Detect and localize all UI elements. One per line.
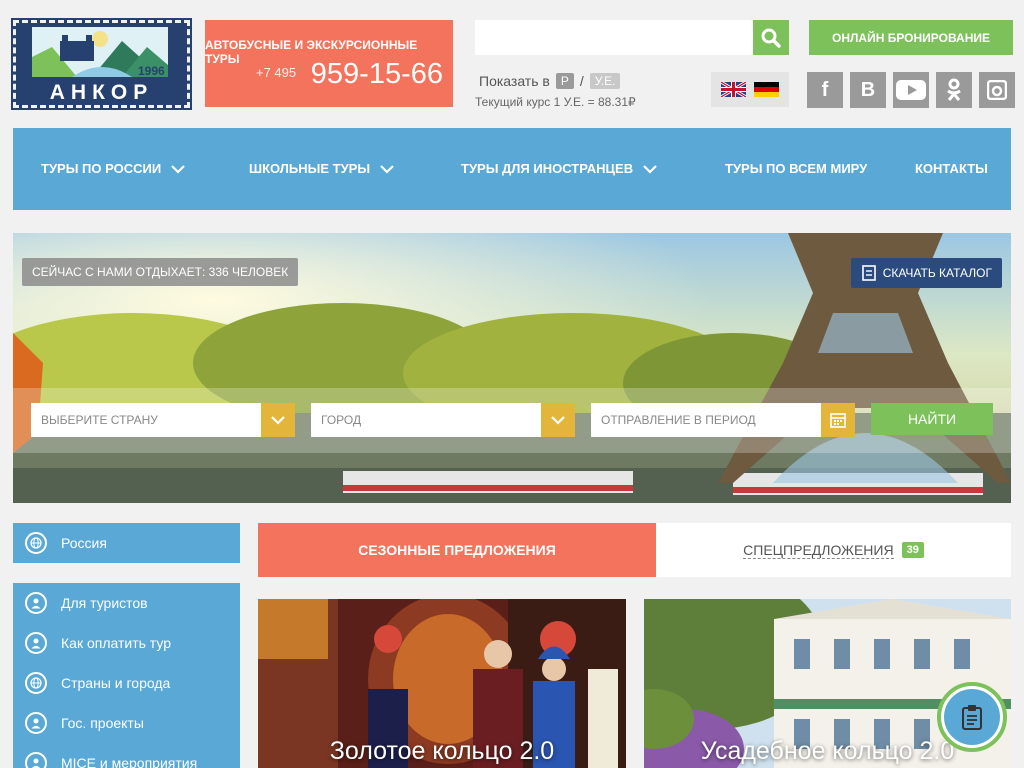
chevron-down-icon bbox=[541, 403, 575, 437]
chevron-down-icon bbox=[261, 403, 295, 437]
phone-prefix: +7 495 bbox=[256, 65, 297, 80]
youtube-icon[interactable] bbox=[893, 72, 929, 108]
vkontakte-icon[interactable]: В bbox=[850, 72, 886, 108]
currency-switcher: Показать в Р / У.Е. bbox=[479, 73, 621, 89]
globe-icon bbox=[25, 532, 47, 554]
currency-ue-button[interactable]: У.Е. bbox=[589, 73, 621, 89]
person-icon bbox=[25, 592, 47, 614]
nav-item-school-tours[interactable]: ШКОЛЬНЫЕ ТУРЫ bbox=[249, 161, 394, 176]
nav-item-russia-tours[interactable]: ТУРЫ ПО РОССИИ bbox=[41, 161, 185, 176]
city-select[interactable]: ГОРОД bbox=[311, 403, 575, 437]
sidebar-region-russia[interactable]: Россия bbox=[13, 523, 240, 563]
online-booking-button[interactable]: ОНЛАЙН БРОНИРОВАНИЕ bbox=[809, 20, 1013, 55]
sidebar-item-for-tourists[interactable]: Для туристов bbox=[13, 583, 240, 623]
nav-item-world-tours[interactable]: ТУРЫ ПО ВСЕМ МИРУ bbox=[725, 161, 867, 176]
language-switcher bbox=[711, 72, 789, 107]
uk-flag-icon[interactable] bbox=[721, 82, 746, 97]
download-catalog-button[interactable]: СКАЧАТЬ КАТАЛОГ bbox=[850, 258, 1002, 288]
person-icon bbox=[25, 632, 47, 654]
person-icon bbox=[25, 752, 47, 768]
chevron-down-icon bbox=[380, 164, 394, 174]
clipboard-icon bbox=[944, 689, 1000, 745]
currency-rub-button[interactable]: Р bbox=[555, 73, 574, 89]
online-visitors-badge: СЕЙЧАС С НАМИ ОТДЫХАЕТ: 336 ЧЕЛОВЕК bbox=[22, 258, 299, 286]
social-links: f В bbox=[807, 72, 1015, 108]
tour-card-golden-ring[interactable]: Золотое кольцо 2.0 bbox=[258, 599, 626, 768]
instagram-icon[interactable] bbox=[979, 72, 1015, 108]
globe-icon bbox=[25, 672, 47, 694]
tab-seasonal-offers[interactable]: СЕЗОННЫЕ ПРЕДЛОЖЕНИЯ bbox=[258, 523, 656, 577]
search-button[interactable] bbox=[753, 20, 789, 55]
tab-special-label: СПЕЦПРЕДЛОЖЕНИЯ bbox=[743, 541, 894, 559]
sidebar-menu: Для туристов Как оплатить тур Страны и г… bbox=[13, 583, 240, 768]
site-logo[interactable]: 1996 АНКОР bbox=[11, 18, 192, 110]
sidebar-item-how-to-pay[interactable]: Как оплатить тур bbox=[13, 623, 240, 663]
nav-item-contacts[interactable]: КОНТАКТЫ bbox=[915, 161, 988, 176]
departure-period-input[interactable]: ОТПРАВЛЕНИЕ В ПЕРИОД bbox=[591, 403, 855, 437]
germany-flag-icon[interactable] bbox=[754, 82, 779, 97]
find-button[interactable]: НАЙТИ bbox=[871, 403, 993, 435]
chevron-down-icon bbox=[171, 164, 185, 174]
sidebar-item-countries-cities[interactable]: Страны и города bbox=[13, 663, 240, 703]
logo-brand-text: АНКОР bbox=[49, 81, 154, 104]
tab-special-offers[interactable]: СПЕЦПРЕДЛОЖЕНИЯ 39 bbox=[656, 523, 1011, 577]
search-icon bbox=[761, 28, 781, 48]
exchange-rate: Текущий курс 1 У.Е. = 88.31₽ bbox=[475, 95, 636, 109]
document-icon bbox=[861, 265, 876, 281]
currency-separator: / bbox=[579, 73, 584, 89]
hero-banner: СЕЙЧАС С НАМИ ОТДЫХАЕТ: 336 ЧЕЛОВЕК СКАЧ… bbox=[13, 233, 1011, 503]
sidebar-region-label: Россия bbox=[61, 535, 107, 551]
special-offers-count-badge: 39 bbox=[901, 542, 924, 558]
logo-picture: 1996 bbox=[32, 27, 168, 77]
chevron-down-icon bbox=[643, 164, 657, 174]
phone-block: АВТОБУСНЫЕ И ЭКСКУРСИОННЫЕ ТУРЫ +7 495 9… bbox=[205, 20, 453, 107]
nav-item-foreigners-tours[interactable]: ТУРЫ ДЛЯ ИНОСТРАНЦЕВ bbox=[461, 161, 657, 176]
phone-number[interactable]: 959-15-66 bbox=[311, 58, 443, 91]
sidebar-item-mice-events[interactable]: MICE и мероприятия bbox=[13, 743, 240, 768]
floating-request-button[interactable] bbox=[937, 682, 1007, 752]
person-icon bbox=[25, 712, 47, 734]
search-input[interactable] bbox=[475, 20, 753, 55]
facebook-icon[interactable]: f bbox=[807, 72, 843, 108]
country-select[interactable]: ВЫБЕРИТЕ СТРАНУ bbox=[31, 403, 295, 437]
calendar-icon bbox=[821, 403, 855, 437]
main-navigation: ТУРЫ ПО РОССИИ ШКОЛЬНЫЕ ТУРЫ ТУРЫ ДЛЯ ИН… bbox=[13, 128, 1011, 210]
tour-card-title: Золотое кольцо 2.0 bbox=[329, 737, 555, 765]
svg-text:1996: 1996 bbox=[138, 64, 165, 77]
odnoklassniki-icon[interactable] bbox=[936, 72, 972, 108]
sidebar-item-gov-projects[interactable]: Гос. проекты bbox=[13, 703, 240, 743]
currency-label: Показать в bbox=[479, 73, 550, 89]
